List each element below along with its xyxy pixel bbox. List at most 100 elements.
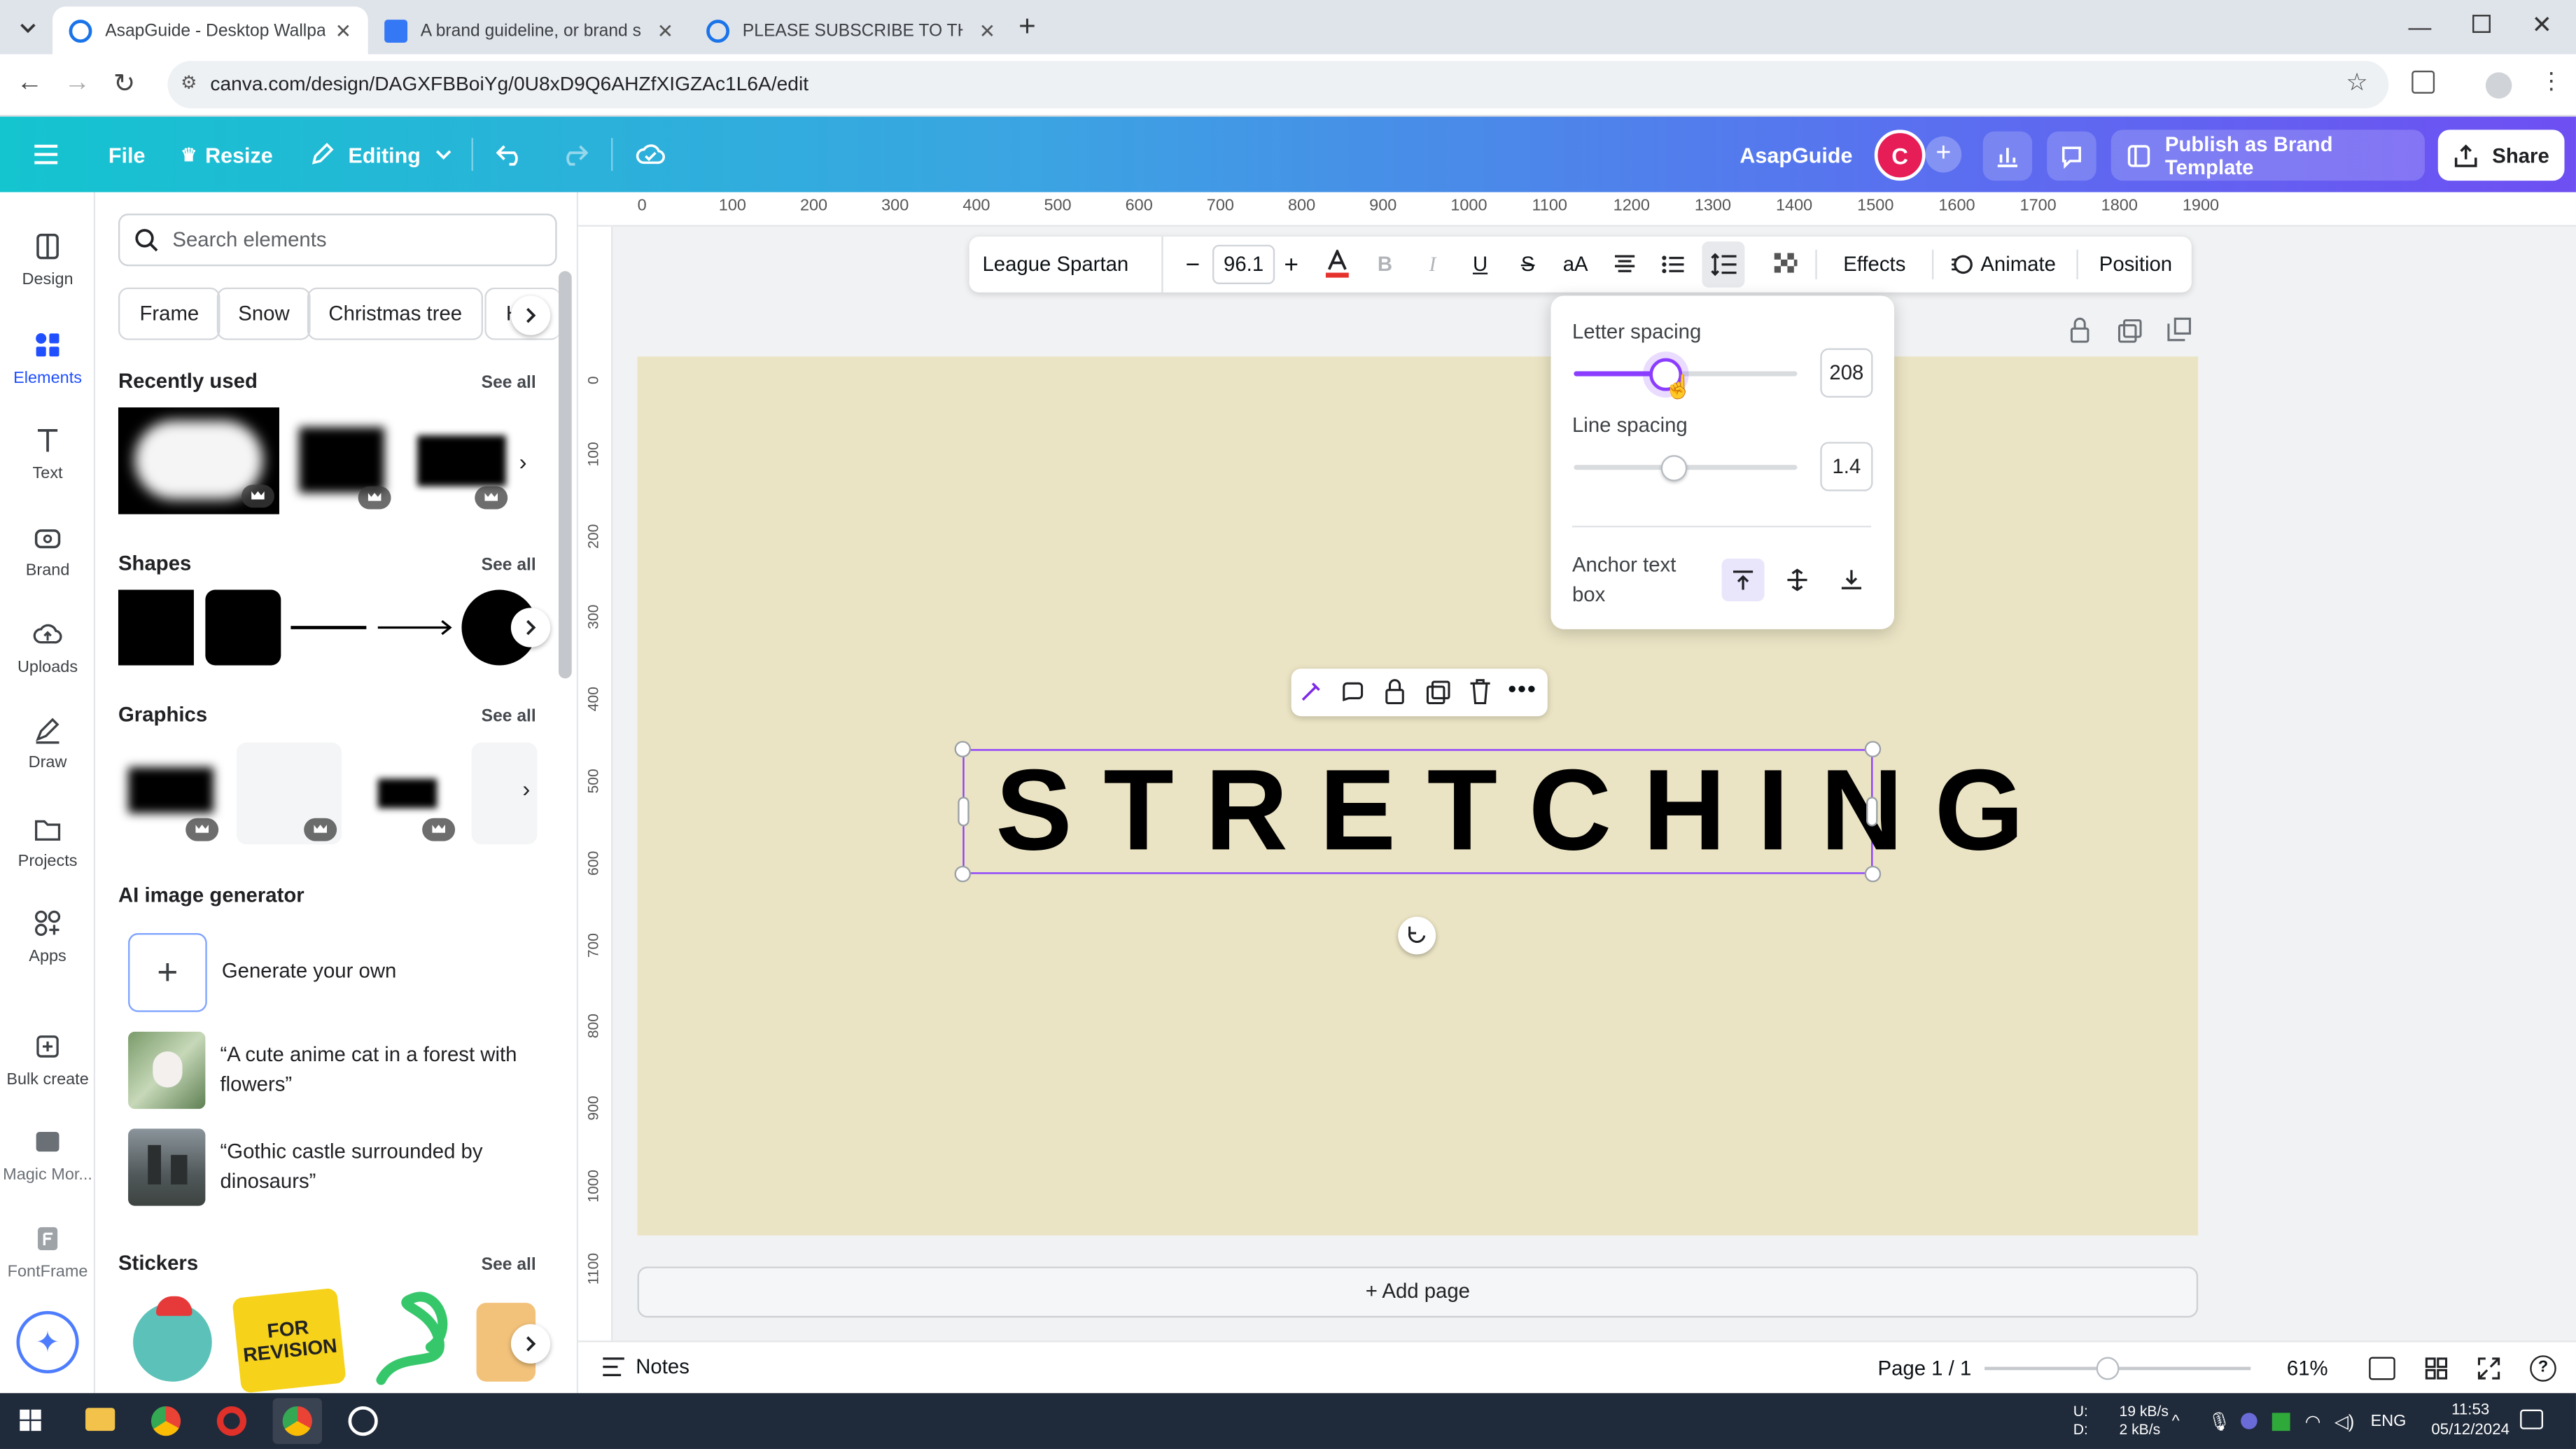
chip-christmas-tree[interactable]: Christmas tree — [307, 287, 484, 340]
add-page-button[interactable]: + Add page — [637, 1266, 2199, 1318]
tray-app-icon[interactable] — [2241, 1393, 2258, 1449]
headline-text[interactable]: STRETCHING — [965, 744, 2024, 876]
transparency-button[interactable] — [1770, 237, 1802, 293]
notes-button[interactable]: Notes — [601, 1355, 690, 1378]
help-icon[interactable]: ? — [2530, 1355, 2556, 1382]
see-all-link[interactable]: See all — [482, 1255, 536, 1275]
windows-start-icon[interactable] — [20, 1409, 43, 1433]
browser-menu-icon[interactable]: ⋮ — [2540, 67, 2563, 95]
browser-tab[interactable]: A brand guideline, or brand sty ✕ — [368, 6, 690, 54]
effects-button[interactable]: Effects — [1828, 237, 1920, 293]
rail-item-fontframe[interactable]: FontFrame — [0, 1217, 95, 1309]
chrome-icon[interactable] — [150, 1406, 181, 1436]
font-size-input[interactable]: 96.1 — [1212, 244, 1275, 285]
underline-button[interactable]: U — [1464, 237, 1497, 293]
spacing-button[interactable] — [1702, 241, 1745, 288]
comments-button[interactable] — [2047, 131, 2096, 181]
text-color-button[interactable] — [1321, 237, 1354, 293]
editing-mode-dropdown[interactable]: Editing — [309, 117, 454, 192]
letter-spacing-value[interactable]: 208 — [1820, 348, 1873, 398]
duplicate-page-icon[interactable] — [2118, 318, 2144, 345]
shape-rounded-square[interactable] — [205, 589, 281, 666]
shape-arrow-line[interactable] — [376, 616, 455, 639]
chevron-right-icon[interactable] — [510, 608, 551, 648]
side-handle[interactable] — [958, 797, 969, 827]
line-spacing-value[interactable]: 1.4 — [1820, 442, 1873, 491]
font-family-dropdown[interactable]: League Spartan — [969, 236, 1163, 293]
close-icon[interactable]: ✕ — [335, 19, 352, 42]
page-view-icon[interactable] — [2369, 1357, 2395, 1380]
ai-thumb-anime-cat[interactable] — [128, 1031, 206, 1110]
url-field[interactable]: ⚙ canva.com/design/DAGXFBBoiYg/0U8xD9Q6A… — [167, 60, 2389, 108]
side-handle[interactable] — [1866, 797, 1878, 827]
ai-thumb-gothic-castle[interactable] — [128, 1128, 206, 1206]
rail-item-projects[interactable]: Projects — [0, 806, 95, 898]
chevron-right-icon[interactable]: › — [522, 776, 530, 802]
anchor-middle-button[interactable] — [1776, 559, 1819, 601]
rail-item-magic-morph[interactable]: Magic Mor... — [0, 1121, 95, 1212]
see-all-link[interactable]: See all — [482, 706, 536, 726]
bookmark-star-icon[interactable]: ☆ — [2346, 67, 2368, 97]
notifications-icon[interactable] — [2520, 1409, 2544, 1429]
undo-button[interactable] — [496, 117, 526, 192]
tray-nvidia-icon[interactable] — [2272, 1393, 2290, 1449]
file-menu[interactable]: File — [108, 117, 146, 192]
generate-plus-icon[interactable]: + — [128, 933, 207, 1012]
chip-frame[interactable]: Frame — [118, 287, 220, 340]
resize-handle[interactable] — [1864, 865, 1882, 883]
user-avatar[interactable]: C — [1874, 130, 1926, 181]
graphic-blur-black[interactable] — [128, 767, 214, 813]
sticker-green-squiggle[interactable] — [365, 1289, 463, 1388]
profile-avatar[interactable] — [2485, 72, 2512, 99]
rail-item-design[interactable]: Design — [0, 225, 95, 317]
window-close-icon[interactable]: ✕ — [2532, 10, 2553, 39]
add-collaborator-plus-icon[interactable]: + — [1925, 136, 1962, 173]
browser-tab-active[interactable]: AsapGuide - Desktop Wallpape ✕ — [52, 6, 368, 55]
line-spacing-slider-thumb[interactable] — [1661, 455, 1688, 482]
microphone-icon[interactable]: 🎙 — [2208, 1393, 2231, 1449]
resize-handle[interactable] — [1864, 741, 1882, 757]
bold-button[interactable]: B — [1368, 237, 1401, 293]
rail-item-apps[interactable]: Apps — [0, 902, 95, 993]
chevron-right-icon[interactable] — [510, 295, 551, 335]
clock[interactable]: 11:53 05/12/2024 — [2431, 1401, 2510, 1441]
redo-button[interactable] — [559, 117, 589, 192]
clock-app-icon[interactable] — [348, 1406, 378, 1436]
tray-chevron-up-icon[interactable]: ^ — [2172, 1393, 2180, 1449]
extensions-icon[interactable] — [2412, 70, 2435, 94]
comment-add-icon[interactable] — [1340, 680, 1365, 705]
recent-item-rect[interactable] — [417, 435, 506, 486]
back-arrow-icon[interactable]: ← — [16, 69, 43, 99]
share-button[interactable]: Share — [2437, 130, 2565, 181]
rail-item-text[interactable]: Text — [0, 419, 95, 510]
text-box-selected[interactable]: STRETCHING — [954, 741, 2024, 883]
opera-icon[interactable] — [216, 1406, 247, 1436]
add-page-icon[interactable] — [2167, 317, 2194, 344]
chevron-right-icon[interactable]: › — [519, 449, 527, 475]
sticker-for-revision[interactable]: FOR REVISION — [232, 1287, 346, 1394]
new-tab-plus-icon[interactable]: + — [1018, 10, 1036, 44]
lock-page-icon[interactable] — [2068, 317, 2095, 344]
anchor-top-button[interactable] — [1721, 558, 1765, 601]
recent-item-cloud[interactable] — [118, 407, 279, 514]
ai-prompt-cat[interactable]: “A cute anime cat in a forest with flowe… — [220, 1040, 548, 1099]
position-button[interactable]: Position — [2090, 237, 2181, 293]
ai-prompt-castle[interactable]: “Gothic castle surrounded by dinosaurs” — [220, 1137, 548, 1196]
align-button[interactable] — [1609, 237, 1642, 293]
list-button[interactable] — [1656, 237, 1689, 293]
generate-your-own-link[interactable]: Generate your own — [222, 960, 397, 983]
more-options-icon[interactable]: ••• — [1508, 676, 1537, 702]
recent-item-blur-rect[interactable] — [299, 427, 385, 493]
zoom-slider-thumb[interactable] — [2096, 1357, 2120, 1380]
minimize-icon[interactable]: — — [2409, 13, 2432, 40]
letter-case-button[interactable]: aA — [1558, 237, 1594, 293]
page-indicator[interactable]: Page 1 / 1 — [1878, 1357, 1972, 1380]
main-menu-button[interactable] — [33, 117, 59, 192]
wifi-icon[interactable]: ◠ — [2305, 1393, 2321, 1449]
tab-search-button[interactable] — [13, 13, 43, 43]
see-all-link[interactable]: See all — [482, 555, 536, 575]
close-icon[interactable]: ✕ — [657, 19, 674, 42]
shape-line[interactable] — [290, 626, 367, 629]
rail-item-brand[interactable]: Brand — [0, 516, 95, 608]
brand-name[interactable]: AsapGuide — [1740, 117, 1852, 192]
